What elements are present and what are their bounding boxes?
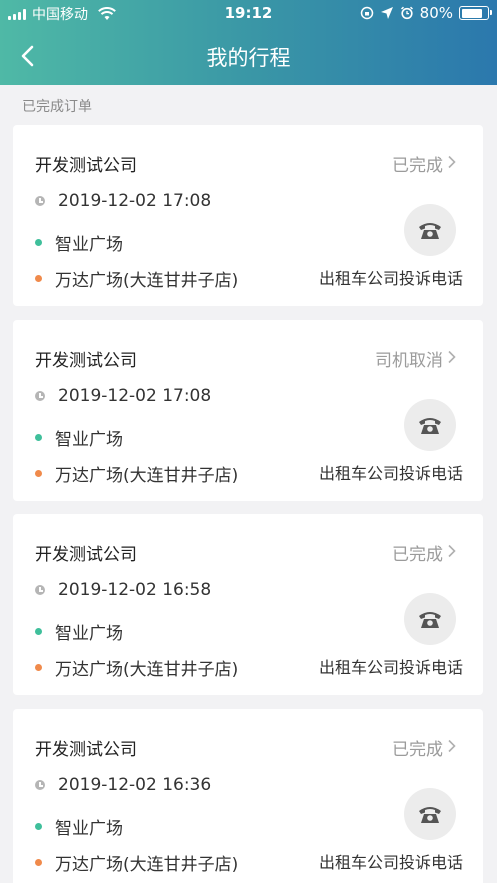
trip-end: 万达广场(大连甘井子店) (55, 466, 239, 486)
company-name: 开发测试公司 (35, 740, 137, 760)
app-header: 中国移动 19:12 80% 我的行程 (0, 0, 497, 85)
section-label: 已完成订单 (22, 99, 92, 115)
trip-card[interactable]: 开发测试公司 已完成 2019-12-02 16:58 智业广场 万达广场(大连… (13, 514, 483, 695)
trip-status: 司机取消 (375, 351, 443, 371)
trip-datetime: 2019-12-02 16:58 (58, 580, 212, 600)
call-button[interactable] (404, 788, 456, 840)
phone-icon (419, 418, 441, 434)
trip-status: 已完成 (392, 740, 443, 760)
trip-card[interactable]: 开发测试公司 司机取消 2019-12-02 17:08 智业广场 万达广场(大… (13, 320, 483, 501)
trip-end: 万达广场(大连甘井子店) (55, 271, 239, 291)
trip-start-row: 智业广场 (35, 814, 123, 839)
company-name: 开发测试公司 (35, 545, 137, 565)
orientation-lock-icon (360, 6, 373, 20)
call-button[interactable] (404, 204, 456, 256)
phone-icon (419, 223, 441, 239)
complaint-phone-label[interactable]: 出租车公司投诉电话 (319, 654, 463, 678)
complaint-phone-label[interactable]: 出租车公司投诉电话 (319, 849, 463, 873)
trip-start-row: 智业广场 (35, 619, 123, 644)
clock-icon (35, 391, 45, 401)
clock-icon (35, 780, 45, 790)
trip-datetime: 2019-12-02 17:08 (58, 191, 212, 211)
trip-end-row: 万达广场(大连甘井子店) (35, 461, 238, 486)
end-dot-icon (35, 859, 42, 866)
chevron-right-icon (448, 350, 456, 364)
trip-start-row: 智业广场 (35, 425, 123, 450)
complaint-phone-label[interactable]: 出租车公司投诉电话 (319, 460, 463, 484)
battery-icon (459, 6, 492, 20)
nav-bar: 我的行程 (0, 28, 497, 85)
trip-datetime: 2019-12-02 17:08 (58, 386, 212, 406)
trip-card[interactable]: 开发测试公司 已完成 2019-12-02 17:08 智业广场 万达广场(大连… (13, 125, 483, 306)
trip-time-row: 2019-12-02 16:58 (35, 580, 211, 600)
phone-icon (419, 807, 441, 823)
end-dot-icon (35, 664, 42, 671)
trip-end: 万达广场(大连甘井子店) (55, 855, 239, 875)
trip-end: 万达广场(大连甘井子店) (55, 660, 239, 680)
trip-card[interactable]: 开发测试公司 已完成 2019-12-02 16:36 智业广场 万达广场(大连… (13, 709, 483, 883)
trip-datetime: 2019-12-02 16:36 (58, 775, 212, 795)
location-arrow-icon (380, 7, 393, 19)
trip-time-row: 2019-12-02 17:08 (35, 191, 211, 211)
trip-status: 已完成 (392, 156, 443, 176)
trip-end-row: 万达广场(大连甘井子店) (35, 850, 238, 875)
end-dot-icon (35, 275, 42, 282)
call-button[interactable] (404, 593, 456, 645)
battery-percent: 80% (419, 4, 453, 22)
clock-icon (35, 585, 45, 595)
end-dot-icon (35, 470, 42, 477)
chevron-right-icon (448, 155, 456, 169)
clock-icon (35, 196, 45, 206)
trip-start: 智业广场 (55, 624, 123, 644)
status-right: 80% (360, 4, 492, 22)
start-dot-icon (35, 628, 42, 635)
alarm-icon (400, 6, 413, 20)
trip-end-row: 万达广场(大连甘井子店) (35, 266, 238, 291)
company-name: 开发测试公司 (35, 351, 137, 371)
chevron-right-icon (448, 739, 456, 753)
call-button[interactable] (404, 399, 456, 451)
page-title: 我的行程 (206, 46, 291, 70)
start-dot-icon (35, 434, 42, 441)
trip-start-row: 智业广场 (35, 230, 123, 255)
status-bar: 中国移动 19:12 80% (0, 0, 497, 28)
chevron-right-icon (448, 544, 456, 558)
trip-start: 智业广场 (55, 430, 123, 450)
trip-start: 智业广场 (55, 235, 123, 255)
trip-status: 已完成 (392, 545, 443, 565)
trip-time-row: 2019-12-02 17:08 (35, 386, 211, 406)
trip-start: 智业广场 (55, 819, 123, 839)
complaint-phone-label[interactable]: 出租车公司投诉电话 (319, 265, 463, 289)
trip-end-row: 万达广场(大连甘井子店) (35, 655, 238, 680)
company-name: 开发测试公司 (35, 156, 137, 176)
battery-fill (461, 8, 482, 18)
trip-time-row: 2019-12-02 16:36 (35, 775, 211, 795)
phone-icon (419, 612, 441, 628)
start-dot-icon (35, 239, 42, 246)
start-dot-icon (35, 823, 42, 830)
